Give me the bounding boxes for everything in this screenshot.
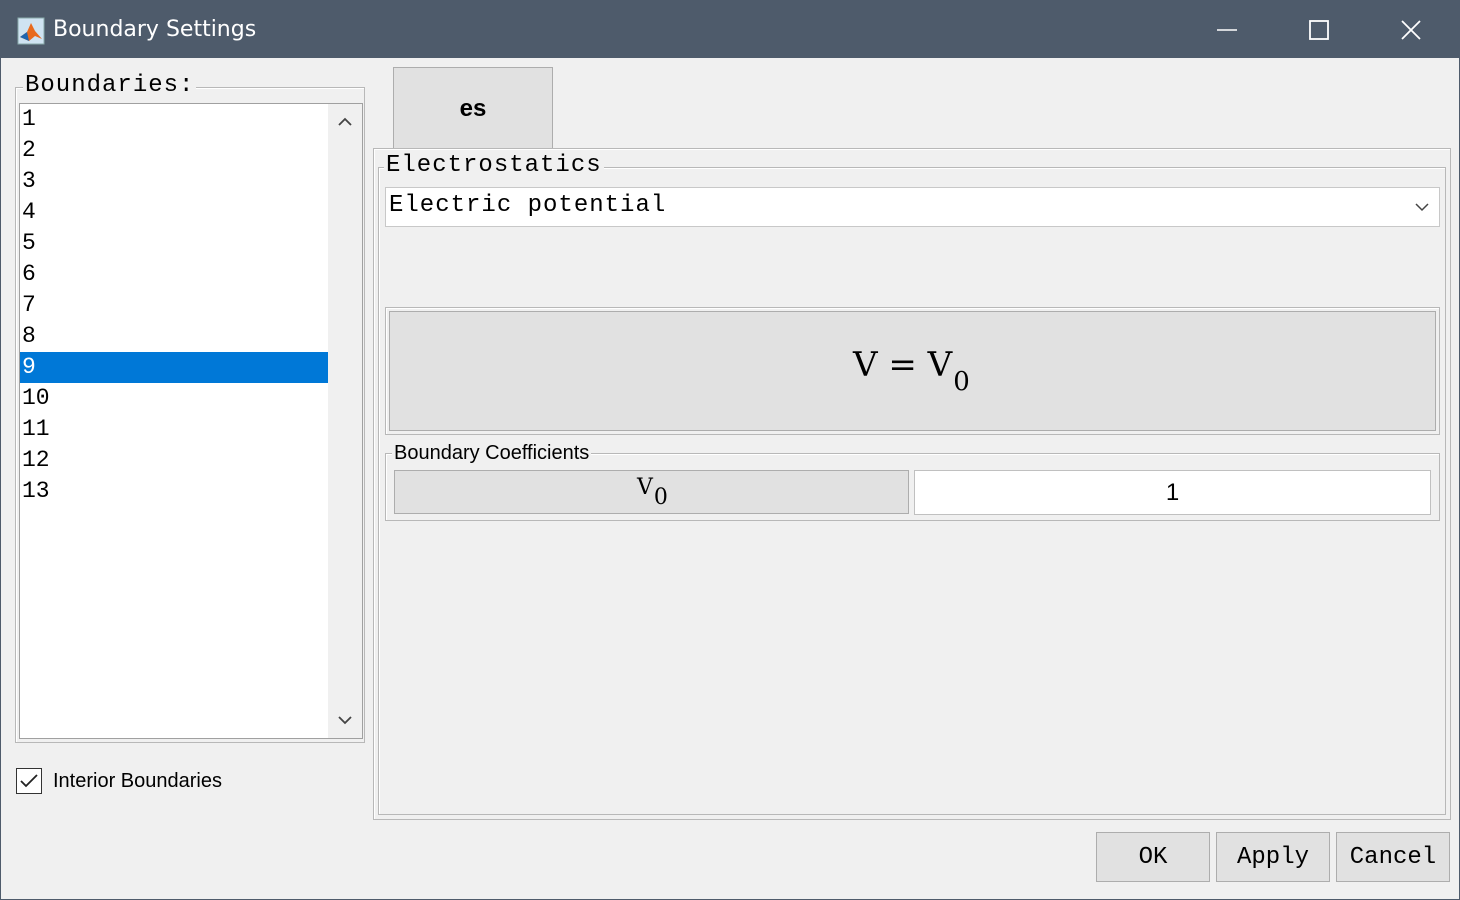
coefficient-name-cell: V0 <box>394 470 909 514</box>
list-scrollbar[interactable] <box>328 104 362 738</box>
list-item[interactable]: 10 <box>20 383 328 414</box>
list-item[interactable]: 1 <box>20 104 328 135</box>
coefficient-value-input[interactable]: 1 <box>914 470 1431 515</box>
coefficient-subscript: 0 <box>653 485 668 510</box>
minimize-button[interactable] <box>1181 1 1273 58</box>
interior-boundaries-checkbox[interactable] <box>16 768 42 794</box>
title-bar[interactable]: Boundary Settings <box>1 1 1459 58</box>
equation-subscript: 0 <box>953 367 970 397</box>
list-item[interactable]: 3 <box>20 166 328 197</box>
interior-boundaries-label[interactable]: Interior Boundaries <box>53 770 222 793</box>
boundary-settings-window: Boundary Settings Boundaries: 1234567891… <box>0 0 1460 900</box>
chevron-down-icon <box>1415 203 1429 212</box>
list-item[interactable]: 12 <box>20 445 328 476</box>
minimize-icon <box>1217 28 1237 31</box>
cancel-button[interactable]: Cancel <box>1336 832 1450 882</box>
boundaries-legend: Boundaries: <box>23 72 197 99</box>
dropdown-arrow[interactable] <box>1405 188 1439 226</box>
list-item[interactable]: 7 <box>20 290 328 321</box>
boundary-condition-dropdown[interactable]: Electric potential <box>385 187 1440 227</box>
list-item[interactable]: 9 <box>20 352 328 383</box>
chevron-up-icon <box>338 117 352 126</box>
chevron-down-icon <box>338 716 352 725</box>
list-item[interactable]: 2 <box>20 135 328 166</box>
equation-lhs: V = V <box>853 345 953 385</box>
boundary-coefficients-legend: Boundary Coefficients <box>392 442 592 465</box>
matlab-app-icon <box>17 17 45 45</box>
list-item[interactable]: 11 <box>20 414 328 445</box>
list-item[interactable]: 5 <box>20 228 328 259</box>
equation-text: V = V0 <box>853 345 970 397</box>
apply-button[interactable]: Apply <box>1216 832 1330 882</box>
scroll-down-button[interactable] <box>328 702 362 738</box>
close-icon <box>1401 19 1421 40</box>
coefficient-symbol: V <box>637 475 653 500</box>
coefficient-name: V0 <box>637 475 668 510</box>
window-title: Boundary Settings <box>53 17 257 42</box>
close-button[interactable] <box>1365 1 1457 58</box>
list-item[interactable]: 8 <box>20 321 328 352</box>
boundaries-listbox[interactable]: 1 2 3 4 5 6 7 8 9 10 11 12 13 <box>19 103 363 739</box>
dropdown-selected-value: Electric potential <box>389 192 667 219</box>
list-item[interactable]: 13 <box>20 476 328 507</box>
ok-button[interactable]: OK <box>1096 832 1210 882</box>
maximize-icon <box>1309 19 1329 40</box>
list-item[interactable]: 6 <box>20 259 328 290</box>
maximize-button[interactable] <box>1273 1 1365 58</box>
tab-es[interactable]: es <box>393 67 553 149</box>
scroll-up-button[interactable] <box>328 104 362 140</box>
electrostatics-legend: Electrostatics <box>384 152 604 179</box>
list-item[interactable]: 4 <box>20 197 328 228</box>
checkmark-icon <box>20 774 38 788</box>
